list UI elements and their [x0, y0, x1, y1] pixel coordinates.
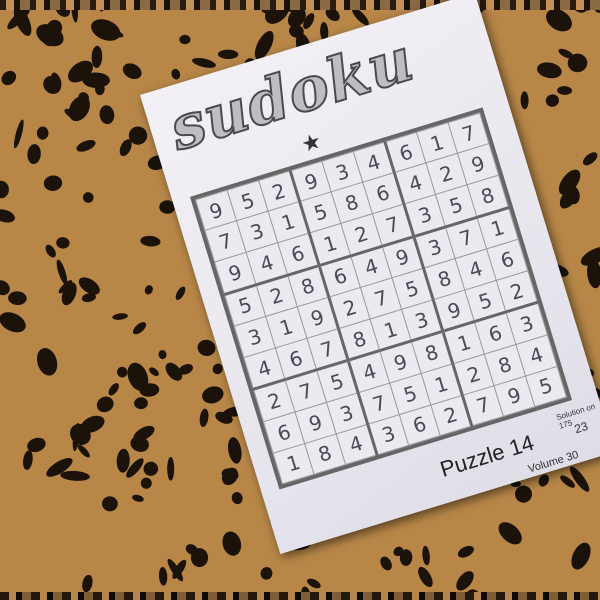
star-icon: ★: [298, 127, 325, 158]
fabric-spot: [190, 548, 209, 568]
bottom-edge-streak: [0, 592, 600, 600]
sudoku-grid: 9529346177315864299461273585286493713192…: [189, 107, 573, 490]
puzzle-label: Puzzle 14: [437, 429, 537, 482]
top-edge-streak: [0, 0, 600, 10]
fabric-spot: [167, 456, 175, 481]
photo-scene: sudoku ★ 9529346177315864299461273585286…: [0, 0, 600, 600]
